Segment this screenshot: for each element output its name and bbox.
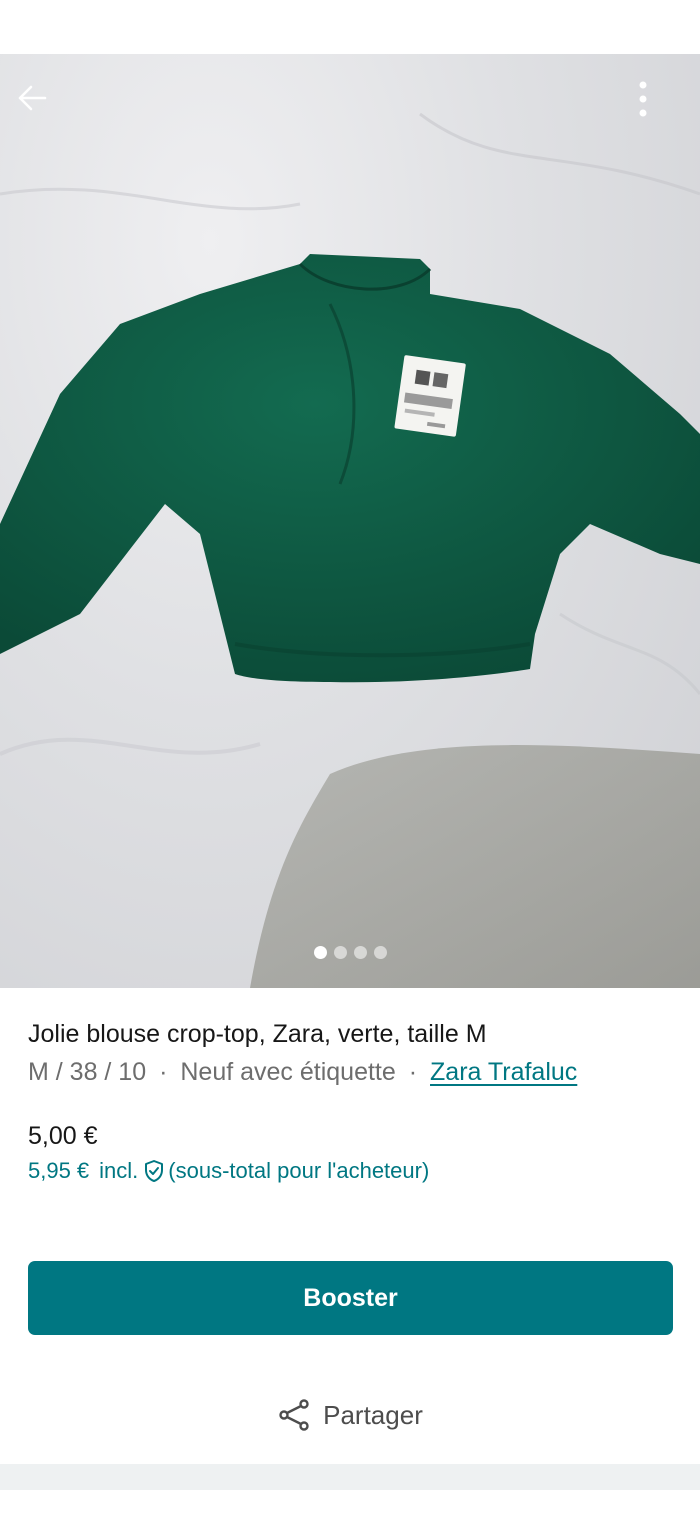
buyer-price-value: 5,95 €	[28, 1158, 90, 1183]
booster-button[interactable]: Booster	[28, 1261, 673, 1335]
back-button[interactable]	[16, 82, 60, 126]
share-button[interactable]: Partager	[0, 1390, 700, 1440]
bottom-divider	[0, 1464, 700, 1490]
item-brand-link[interactable]: Zara Trafaluc	[430, 1058, 577, 1086]
price-tag	[394, 355, 466, 437]
buyer-price-incl: incl.	[99, 1158, 139, 1183]
item-photo-gallery[interactable]	[0, 54, 700, 988]
more-options-button[interactable]	[638, 80, 682, 128]
item-detail-page: Jolie blouse crop-top, Zara, verte, tail…	[0, 0, 700, 1517]
item-price: 5,00 €	[28, 1122, 98, 1150]
meta-separator: ·	[408, 1058, 418, 1086]
item-title: Jolie blouse crop-top, Zara, verte, tail…	[28, 1020, 487, 1048]
item-condition: Neuf avec étiquette	[180, 1058, 396, 1086]
gallery-dot[interactable]	[353, 946, 367, 959]
share-label: Partager	[323, 1399, 423, 1430]
arrow-left-icon	[18, 85, 47, 111]
shield-check-icon	[145, 1160, 164, 1182]
gallery-dot[interactable]	[333, 946, 347, 959]
item-photo	[0, 112, 700, 988]
buyer-price-info[interactable]: 5,95 € incl. (sous-total pour l'acheteur…	[28, 1156, 429, 1186]
item-size: M / 38 / 10	[28, 1058, 147, 1086]
share-icon	[279, 1399, 309, 1431]
gallery-dot[interactable]	[373, 946, 387, 959]
meta-separator: ·	[159, 1058, 168, 1086]
blouse-shape	[0, 254, 700, 683]
buyer-price-note: (sous-total pour l'acheteur)	[168, 1158, 430, 1183]
gallery-dot[interactable]	[313, 946, 327, 959]
gallery-pagination	[0, 946, 700, 959]
more-vertical-icon	[639, 81, 647, 117]
item-meta: M / 38 / 10 · Neuf avec étiquette · Zara…	[28, 1055, 688, 1089]
